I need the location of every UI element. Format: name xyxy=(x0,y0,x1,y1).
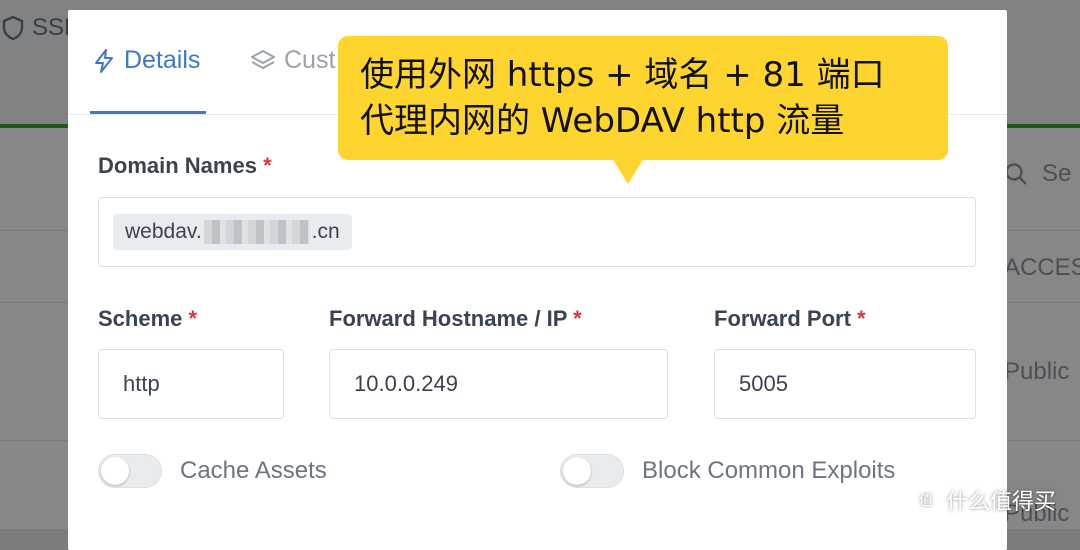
tab-details[interactable]: Details xyxy=(92,46,200,75)
lightning-icon xyxy=(95,48,113,73)
layers-icon xyxy=(251,49,275,69)
block-exploits-label: Block Common Exploits xyxy=(642,457,896,484)
callout-line-2: 代理内网的 WebDAV http 流量 xyxy=(360,101,845,141)
domain-chip[interactable]: webdav. .cn xyxy=(113,214,352,250)
forward-hostname-input[interactable]: 10.0.0.249 xyxy=(329,349,668,419)
toggle-knob xyxy=(563,457,591,485)
annotation-callout: 使用外网 https + 域名 + 81 端口 代理内网的 WebDAV htt… xyxy=(338,36,948,160)
cache-assets-label: Cache Assets xyxy=(180,457,327,484)
forward-port-value: 5005 xyxy=(739,371,788,396)
block-exploits-toggle[interactable] xyxy=(560,454,624,488)
toggle-knob xyxy=(101,457,129,485)
cache-assets-toggle[interactable] xyxy=(98,454,162,488)
domain-suffix: .cn xyxy=(311,220,340,243)
callout-pointer xyxy=(612,158,644,184)
tab-custom-label: Cust xyxy=(284,46,336,74)
scheme-select[interactable]: http xyxy=(98,349,284,419)
scheme-value: http xyxy=(123,371,160,396)
forward-port-label: Forward Port * xyxy=(714,306,866,331)
block-exploits-row: Block Common Exploits xyxy=(560,454,895,488)
domain-names-input[interactable]: webdav. .cn xyxy=(98,197,976,267)
required-mark: * xyxy=(573,306,582,331)
redacted-domain xyxy=(203,220,310,244)
forward-hostname-value: 10.0.0.249 xyxy=(354,371,458,396)
required-mark: * xyxy=(188,306,198,331)
required-mark: * xyxy=(857,306,866,331)
tab-custom[interactable]: Cust xyxy=(250,46,335,75)
cache-assets-row: Cache Assets xyxy=(98,454,327,488)
watermark-logo-icon: 值 xyxy=(912,486,940,514)
callout-line-1: 使用外网 https + 域名 + 81 端口 xyxy=(360,55,885,95)
watermark: 值 什么值得买 xyxy=(912,484,1056,516)
domain-names-label: Domain Names * xyxy=(98,153,272,178)
tab-details-label: Details xyxy=(124,46,201,74)
watermark-text: 什么值得买 xyxy=(946,490,1057,515)
required-mark: * xyxy=(263,153,272,178)
forward-hostname-label: Forward Hostname / IP * xyxy=(329,306,582,331)
active-tab-indicator xyxy=(90,111,206,114)
domain-prefix: webdav. xyxy=(125,220,202,243)
scheme-label: Scheme * xyxy=(98,306,198,331)
forward-port-input[interactable]: 5005 xyxy=(714,349,976,419)
